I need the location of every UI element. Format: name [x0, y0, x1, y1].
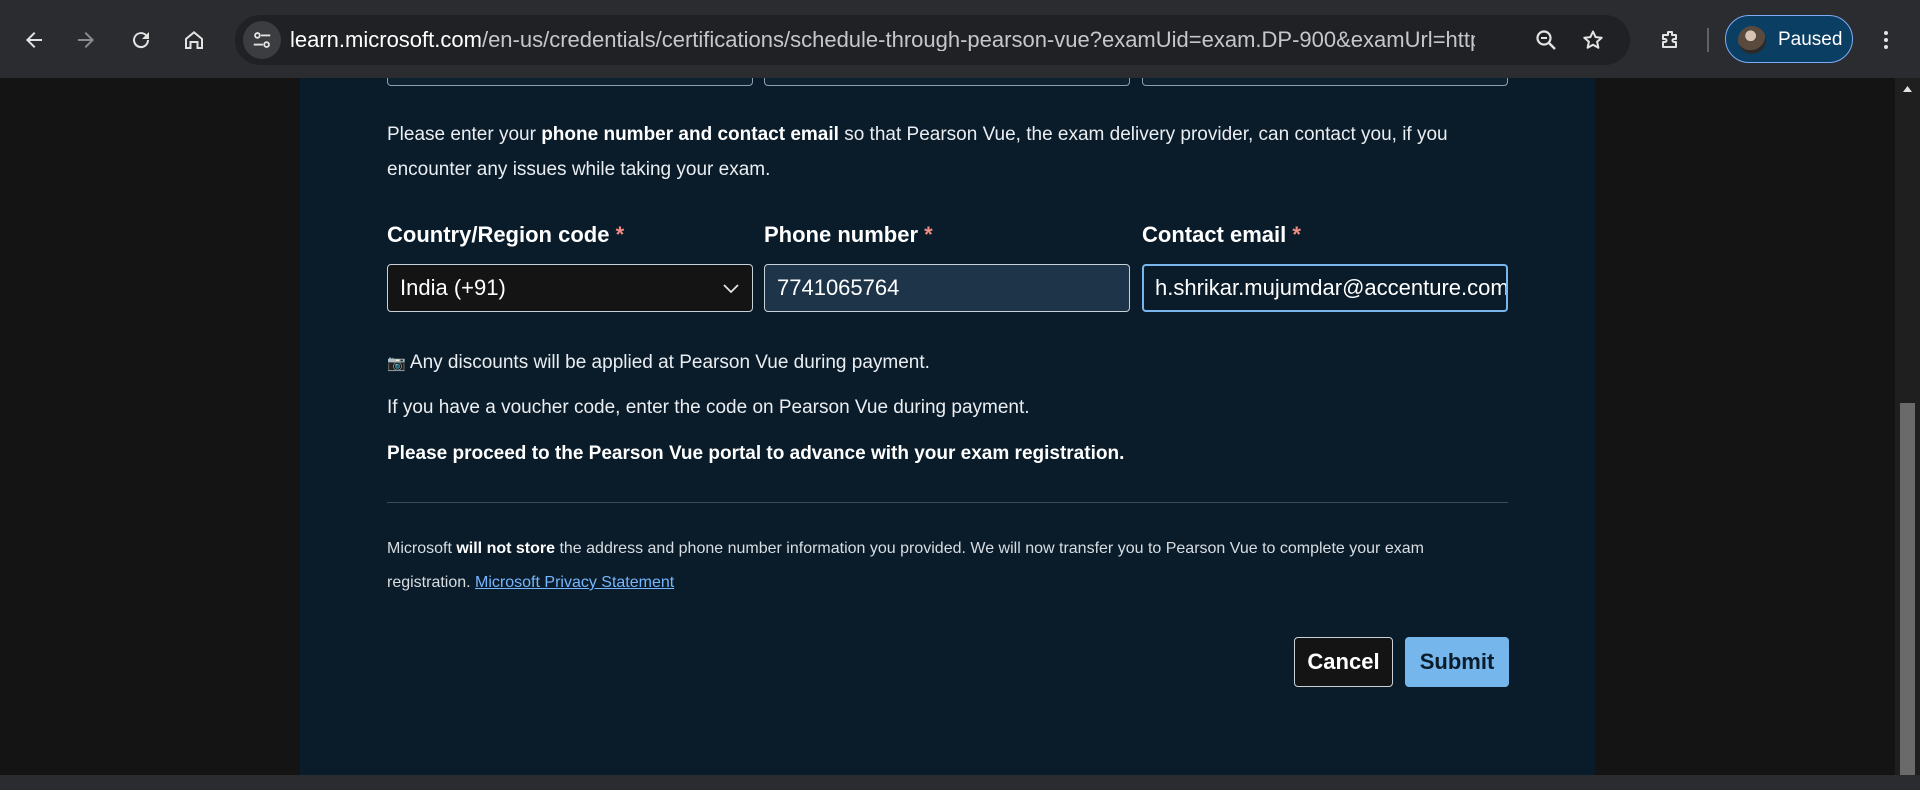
url-path: /en-us/credentials/certifications/schedu…: [481, 29, 1475, 51]
submit-button[interactable]: Submit: [1405, 637, 1509, 687]
browser-toolbar: learn.microsoft.com/en-us/credentials/ce…: [0, 0, 1920, 78]
camera-icon: 📷: [387, 355, 406, 372]
more-vert-icon: [1884, 31, 1888, 49]
star-icon: [1583, 30, 1603, 49]
scrollbar-thumb[interactable]: [1900, 403, 1915, 775]
country-label-text: Country/Region code: [387, 222, 610, 247]
reload-button[interactable]: [121, 20, 161, 60]
cancel-button[interactable]: Cancel: [1294, 637, 1393, 687]
country-select[interactable]: India (+91): [387, 264, 753, 312]
profile-button[interactable]: Paused: [1725, 15, 1853, 63]
extensions-button[interactable]: [1650, 20, 1690, 60]
email-label: Contact email *: [1142, 222, 1301, 248]
page-scrollbar[interactable]: [1895, 78, 1920, 775]
profile-label: Paused: [1778, 29, 1843, 50]
toolbar-separator: [1707, 28, 1709, 52]
bottom-bar: [0, 775, 1920, 790]
intro-prefix: Please enter your: [387, 124, 542, 145]
phone-label-text: Phone number: [764, 222, 919, 247]
zoom-button[interactable]: [1530, 24, 1562, 56]
page-viewport: Please enter your phone number and conta…: [0, 78, 1895, 775]
avatar: [1738, 26, 1766, 54]
required-mark: *: [1292, 222, 1301, 247]
home-icon: [185, 31, 203, 49]
chevron-down-icon: [723, 284, 739, 294]
contact-email-value: h.shrikar.mujumdar@accenture.com: [1155, 275, 1508, 300]
proceed-note: Please proceed to the Pearson Vue portal…: [387, 443, 1125, 464]
privacy-prefix: Microsoft: [387, 540, 457, 557]
country-label: Country/Region code *: [387, 222, 624, 248]
phone-label: Phone number *: [764, 222, 933, 248]
zoom-icon: [1536, 30, 1556, 50]
discount-note: 📷 Any discounts will be applied at Pears…: [387, 345, 1508, 381]
partial-field-1[interactable]: [387, 78, 753, 86]
privacy-bold: will not store: [456, 540, 556, 557]
puzzle-icon: [1662, 31, 1677, 48]
forward-button[interactable]: [66, 20, 106, 60]
scroll-up-arrow-icon[interactable]: [1902, 85, 1913, 93]
required-mark: *: [924, 222, 933, 247]
email-label-text: Contact email: [1142, 222, 1287, 247]
site-info-button[interactable]: [243, 21, 281, 59]
country-select-value: India (+91): [400, 275, 506, 300]
partial-field-3[interactable]: [1142, 78, 1508, 86]
phone-number-value: 7741065764: [777, 275, 900, 300]
privacy-note: Microsoft will not store the address and…: [387, 532, 1508, 600]
contact-email-input[interactable]: h.shrikar.mujumdar@accenture.com: [1142, 264, 1508, 312]
partial-field-2[interactable]: [764, 78, 1130, 86]
voucher-note: If you have a voucher code, enter the co…: [387, 397, 1030, 418]
back-button[interactable]: [14, 20, 54, 60]
bookmark-button[interactable]: [1577, 24, 1609, 56]
url-text[interactable]: learn.microsoft.com/en-us/credentials/ce…: [290, 29, 1475, 51]
browser-menu-button[interactable]: [1866, 20, 1906, 60]
required-mark: *: [615, 222, 625, 247]
contact-intro-text: Please enter your phone number and conta…: [387, 117, 1508, 187]
arrow-right-icon: [78, 32, 94, 48]
discount-text: Any discounts will be applied at Pearson…: [405, 352, 930, 373]
home-button[interactable]: [174, 20, 214, 60]
tune-icon: [253, 32, 271, 48]
reload-icon: [133, 32, 150, 49]
address-bar[interactable]: learn.microsoft.com/en-us/credentials/ce…: [235, 15, 1630, 65]
intro-bold: phone number and contact email: [541, 124, 839, 145]
arrow-left-icon: [26, 32, 42, 48]
privacy-statement-link[interactable]: Microsoft Privacy Statement: [475, 574, 674, 591]
url-host: learn.microsoft.com: [290, 29, 482, 51]
form-divider: [387, 502, 1508, 503]
phone-number-input[interactable]: 7741065764: [764, 264, 1130, 312]
